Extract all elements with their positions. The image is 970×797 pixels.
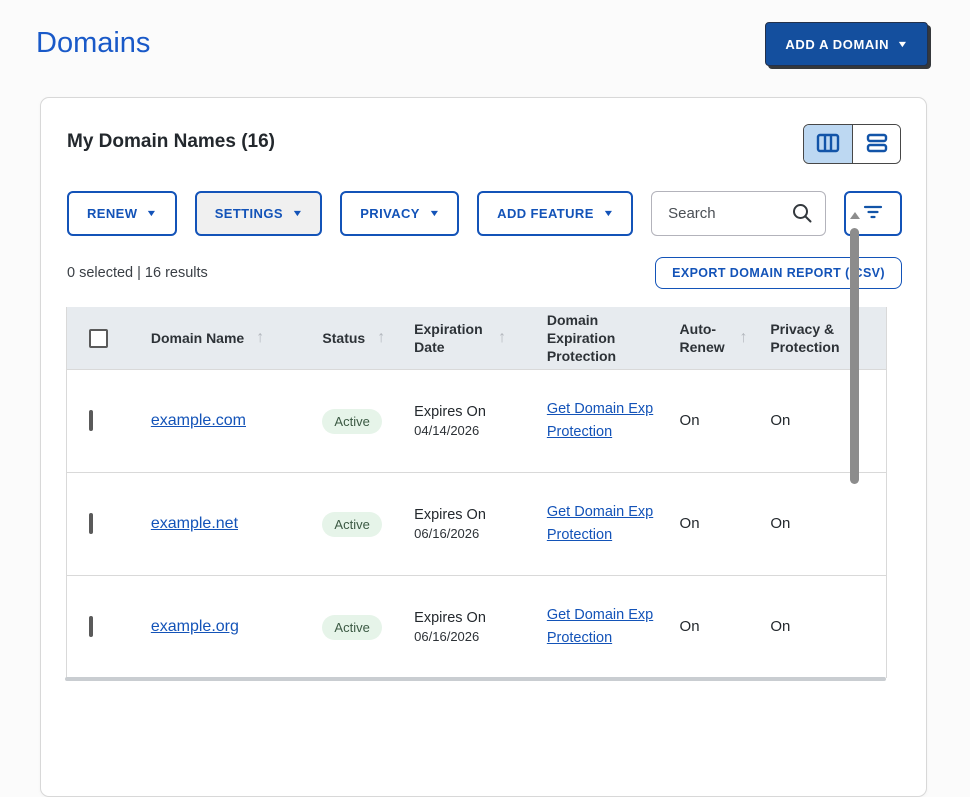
expires-label: Expires On	[414, 404, 542, 420]
get-protection-link[interactable]: Get Domain Exp Protection	[547, 398, 666, 444]
renew-button[interactable]: RENEW ▼	[67, 191, 177, 236]
settings-label: SETTINGS	[215, 206, 283, 221]
sort-arrow-icon[interactable]: ↑	[377, 328, 385, 349]
scroll-up-icon[interactable]	[850, 212, 860, 219]
privacy-button[interactable]: PRIVACY ▼	[340, 191, 459, 236]
column-header-privacy-protection: Privacy & Protection	[763, 320, 886, 356]
row-view-button[interactable]	[852, 125, 900, 163]
status-badge: Active	[322, 615, 381, 640]
search-icon	[791, 202, 813, 229]
column-header-expiration-date[interactable]: Expiration Date ↑	[414, 320, 542, 356]
vertical-scrollbar	[849, 212, 861, 580]
sort-arrow-icon[interactable]: ↑	[498, 328, 506, 349]
status-badge: Active	[322, 512, 381, 537]
column-view-icon	[816, 133, 840, 156]
expires-label: Expires On	[414, 507, 542, 523]
page-title: Domains	[36, 27, 150, 60]
privacy-label: PRIVACY	[360, 206, 420, 221]
column-header-domain-expiration-protection: Domain Expiration Protection	[542, 311, 676, 366]
row-checkbox[interactable]	[89, 616, 93, 637]
domains-card: My Domain Names (16) RENEW ▼ SETTINGS ▼	[40, 97, 927, 797]
domain-link[interactable]: example.net	[151, 515, 238, 532]
add-feature-label: ADD FEATURE	[497, 206, 594, 221]
table-header-row: Domain Name ↑ Status ↑ Expiration Date ↑…	[67, 307, 886, 369]
caret-down-icon: ▼	[602, 209, 615, 218]
expires-date: 06/16/2026	[414, 629, 542, 644]
caret-down-icon: ▼	[896, 40, 909, 49]
table-row: example.org Active Expires On 06/16/2026…	[67, 575, 886, 678]
caret-down-icon: ▼	[291, 209, 304, 218]
column-header-auto-renew[interactable]: Auto-Renew ↑	[676, 320, 764, 356]
auto-renew-value: On	[680, 515, 700, 532]
caret-down-icon: ▼	[428, 209, 441, 218]
settings-button[interactable]: SETTINGS ▼	[195, 191, 323, 236]
add-domain-label: ADD A DOMAIN	[785, 37, 889, 52]
auto-renew-value: On	[680, 412, 700, 429]
add-domain-button[interactable]: ADD A DOMAIN ▼	[765, 22, 928, 66]
table-row: example.com Active Expires On 04/14/2026…	[67, 369, 886, 472]
selection-summary: 0 selected | 16 results	[67, 265, 208, 281]
select-all-cell	[67, 329, 151, 348]
privacy-value: On	[770, 412, 790, 429]
auto-renew-value: On	[680, 618, 700, 635]
export-report-button[interactable]: EXPORT DOMAIN REPORT (.CSV)	[655, 257, 902, 289]
get-protection-link[interactable]: Get Domain Exp Protection	[547, 604, 666, 650]
card-title: My Domain Names (16)	[67, 131, 275, 153]
caret-down-icon: ▼	[146, 209, 159, 218]
select-all-checkbox[interactable]	[89, 329, 108, 348]
vertical-scrollbar-thumb[interactable]	[850, 228, 859, 484]
get-protection-link[interactable]: Get Domain Exp Protection	[547, 501, 666, 547]
meta-row: 0 selected | 16 results EXPORT DOMAIN RE…	[67, 256, 902, 289]
table-row: example.net Active Expires On 06/16/2026…	[67, 472, 886, 575]
row-view-icon	[866, 133, 888, 156]
filter-icon	[862, 204, 884, 223]
row-checkbox[interactable]	[89, 513, 93, 534]
domain-link[interactable]: example.com	[151, 412, 246, 429]
column-view-button[interactable]	[804, 125, 852, 163]
sort-arrow-icon[interactable]: ↑	[256, 328, 264, 349]
domains-table: Domain Name ↑ Status ↑ Expiration Date ↑…	[66, 307, 887, 678]
column-header-domain-name[interactable]: Domain Name ↑	[151, 328, 323, 349]
add-feature-button[interactable]: ADD FEATURE ▼	[477, 191, 633, 236]
expires-label: Expires On	[414, 610, 542, 626]
domain-link[interactable]: example.org	[151, 618, 239, 635]
privacy-value: On	[770, 515, 790, 532]
renew-label: RENEW	[87, 206, 137, 221]
page: Domains ADD A DOMAIN ▼ My Domain Names (…	[0, 0, 970, 681]
search-box	[651, 191, 826, 236]
status-badge: Active	[322, 409, 381, 434]
row-checkbox[interactable]	[89, 410, 93, 431]
actions-toolbar: RENEW ▼ SETTINGS ▼ PRIVACY ▼ ADD FEATURE…	[67, 191, 902, 236]
view-toggle	[803, 124, 901, 164]
horizontal-scrollbar-thumb[interactable]	[65, 677, 886, 681]
column-header-status[interactable]: Status ↑	[322, 328, 414, 349]
expires-date: 06/16/2026	[414, 526, 542, 541]
privacy-value: On	[770, 618, 790, 635]
expires-date: 04/14/2026	[414, 423, 542, 438]
sort-arrow-icon[interactable]: ↑	[740, 328, 748, 349]
